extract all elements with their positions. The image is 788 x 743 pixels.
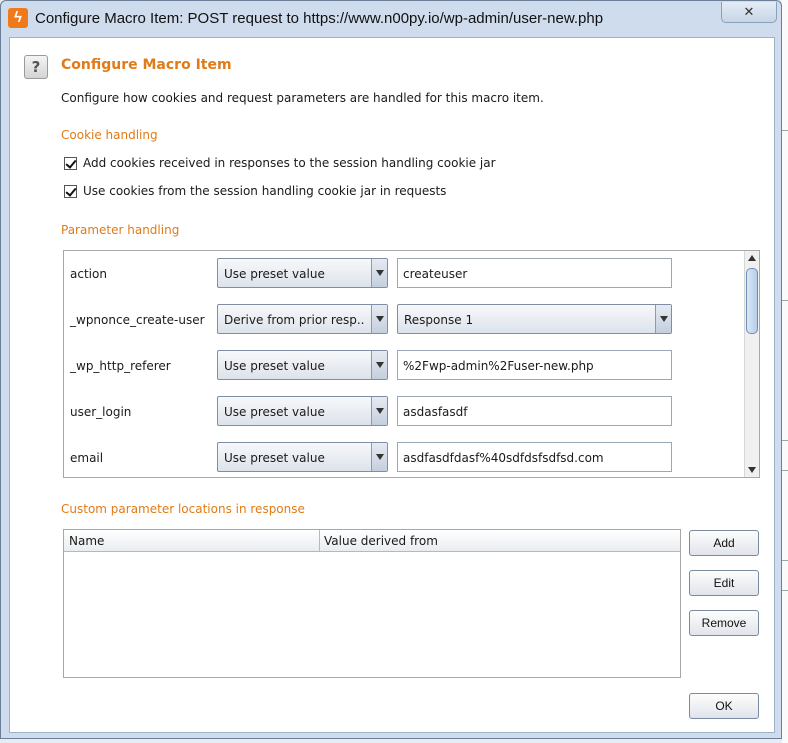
parameter-scrollbar[interactable] — [744, 251, 759, 477]
scroll-up-arrow-icon[interactable] — [745, 251, 759, 265]
param-value-field[interactable]: %2Fwp-admin%2Fuser-new.php — [397, 350, 672, 380]
chevron-down-icon[interactable] — [371, 397, 387, 425]
dialog-content: ? Configure Macro Item Configure how coo… — [9, 37, 775, 733]
window-title: Configure Macro Item: POST request to ht… — [35, 10, 604, 27]
param-row-email: email Use preset value asdfasdfdasf%40sd… — [64, 442, 744, 474]
use-cookies-label[interactable]: Use cookies from the session handling co… — [83, 184, 446, 198]
cookie-handling-label: Cookie handling — [61, 128, 158, 142]
chevron-down-icon[interactable] — [371, 305, 387, 333]
add-button[interactable]: Add — [689, 530, 759, 556]
param-mode-select[interactable]: Use preset value — [217, 396, 388, 426]
param-name: action — [70, 267, 107, 281]
param-mode-select[interactable]: Use preset value — [217, 442, 388, 472]
chevron-down-icon[interactable] — [371, 443, 387, 471]
param-mode-select[interactable]: Derive from prior resp... — [217, 304, 388, 334]
param-mode-select[interactable]: Use preset value — [217, 350, 388, 380]
help-icon[interactable]: ? — [24, 55, 48, 79]
scroll-down-arrow-icon[interactable] — [745, 463, 759, 477]
dialog-heading: Configure Macro Item — [61, 57, 232, 73]
param-row-user-login: user_login Use preset value asdasfasdf — [64, 396, 744, 428]
add-cookies-option[interactable]: Add cookies received in responses to the… — [64, 155, 496, 171]
add-cookies-label[interactable]: Add cookies received in responses to the… — [83, 156, 496, 170]
column-header-value-derived-from[interactable]: Value derived from — [324, 534, 438, 548]
param-row-wpnonce: _wpnonce_create-user Derive from prior r… — [64, 304, 744, 336]
custom-locations-label: Custom parameter locations in response — [61, 502, 305, 516]
param-name: user_login — [70, 405, 132, 419]
use-cookies-checkbox[interactable] — [64, 184, 77, 198]
edit-button[interactable]: Edit — [689, 570, 759, 596]
remove-button[interactable]: Remove — [689, 610, 759, 636]
parameter-handling-label: Parameter handling — [61, 223, 180, 237]
param-value-field[interactable]: createuser — [397, 258, 672, 288]
custom-locations-table[interactable]: Name Value derived from — [63, 529, 681, 678]
column-header-name[interactable]: Name — [69, 534, 104, 548]
param-value-field[interactable]: asdfasdfdasf%40sdfdsfsdfsd.com — [397, 442, 672, 472]
param-name: _wp_http_referer — [70, 359, 171, 373]
param-name: email — [70, 451, 104, 465]
chevron-down-icon[interactable] — [371, 259, 387, 287]
title-bar[interactable]: ϟ Configure Macro Item: POST request to … — [1, 1, 781, 37]
parameter-handling-panel: action Use preset value createuser _wpno… — [63, 250, 760, 478]
ok-button[interactable]: OK — [689, 693, 759, 719]
dialog-description: Configure how cookies and request parame… — [61, 91, 544, 105]
param-mode-select[interactable]: Use preset value — [217, 258, 388, 288]
param-row-wp-http-referer: _wp_http_referer Use preset value %2Fwp-… — [64, 350, 744, 382]
background-window-strip — [782, 0, 788, 743]
close-button[interactable]: ✕ — [721, 2, 777, 23]
chevron-down-icon[interactable] — [371, 351, 387, 379]
burp-logo-icon: ϟ — [8, 8, 28, 28]
response-source-select[interactable]: Response 1 — [397, 304, 672, 334]
param-name: _wpnonce_create-user — [70, 313, 205, 327]
chevron-down-icon[interactable] — [655, 305, 671, 333]
add-cookies-checkbox[interactable] — [64, 156, 77, 170]
param-row-action: action Use preset value createuser — [64, 258, 744, 290]
scrollbar-thumb[interactable] — [746, 268, 758, 334]
table-header: Name Value derived from — [64, 530, 680, 552]
use-cookies-option[interactable]: Use cookies from the session handling co… — [64, 183, 446, 199]
param-value-field[interactable]: asdasfasdf — [397, 396, 672, 426]
configure-macro-item-dialog: ϟ Configure Macro Item: POST request to … — [0, 0, 782, 739]
